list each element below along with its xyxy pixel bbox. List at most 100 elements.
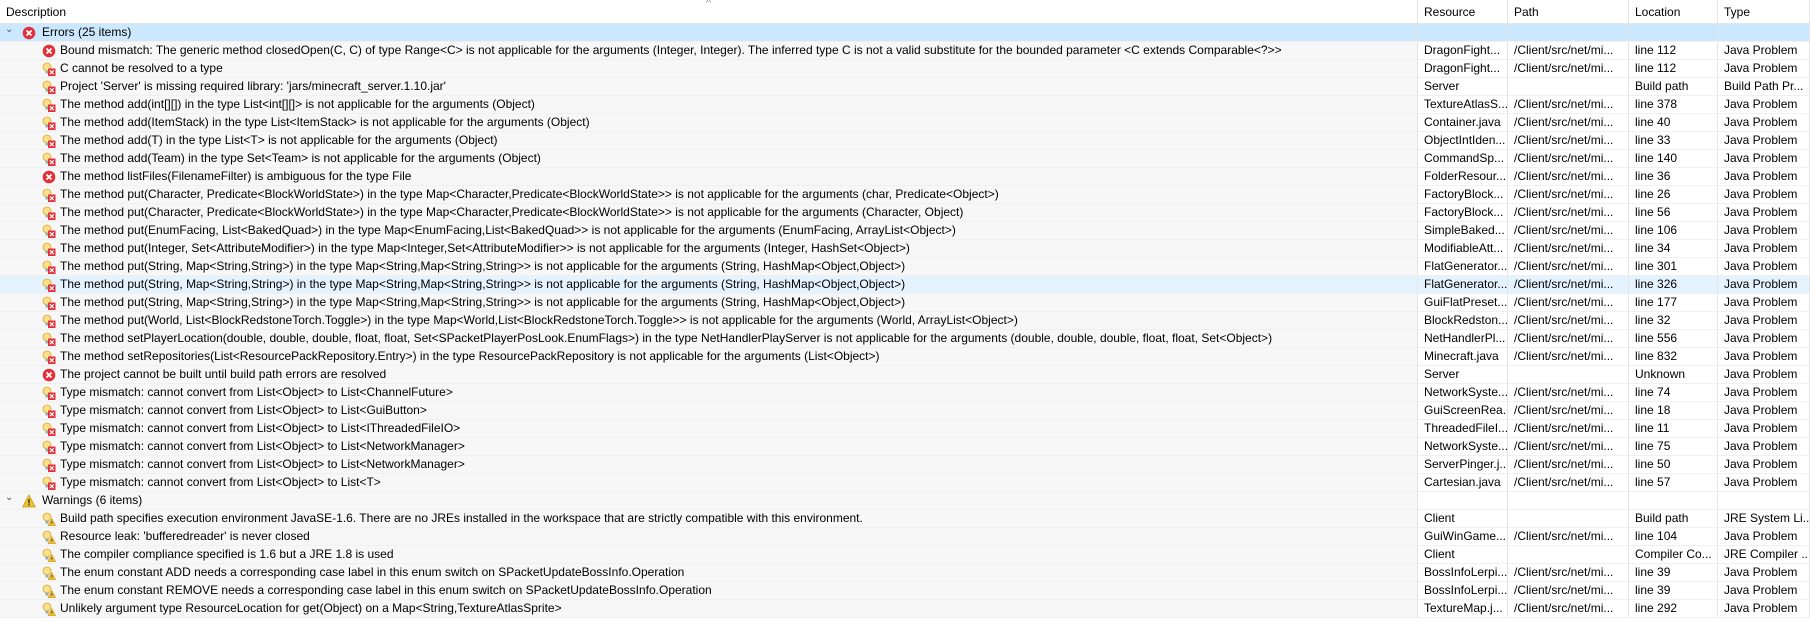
chevron-down-icon[interactable]: ⌄ <box>5 24 15 38</box>
problem-description: The method put(Integer, Set<AttributeMod… <box>0 240 1418 257</box>
problem-row[interactable]: Unlikely argument type ResourceLocation … <box>0 600 1810 618</box>
problem-description: The method put(String, Map<String,String… <box>0 258 1418 275</box>
problem-row[interactable]: The method put(Integer, Set<AttributeMod… <box>0 240 1810 258</box>
problem-row[interactable]: Type mismatch: cannot convert from List<… <box>0 420 1810 438</box>
problem-row[interactable]: The project cannot be built until build … <box>0 366 1810 384</box>
error-quickfix-icon <box>42 260 56 274</box>
description-text: Type mismatch: cannot convert from List<… <box>60 457 465 471</box>
description-text: Type mismatch: cannot convert from List<… <box>60 475 381 489</box>
error-quickfix-icon <box>42 80 56 94</box>
problem-description: The method setRepositories(List<Resource… <box>0 348 1418 365</box>
problem-description: The method add(int[][]) in the type List… <box>0 96 1418 113</box>
problem-resource: Server <box>1418 78 1508 95</box>
problem-description: The method put(String, Map<String,String… <box>0 294 1418 311</box>
group-description[interactable]: ⌄ Warnings (6 items) <box>0 492 1418 509</box>
description-text: Build path specifies execution environme… <box>60 511 863 525</box>
error-quickfix-icon <box>42 134 56 148</box>
problem-row[interactable]: The method listFiles(FilenameFilter) is … <box>0 168 1810 186</box>
group-label: Errors (25 items) <box>42 25 132 39</box>
problem-description: Project 'Server' is missing required lib… <box>0 78 1418 95</box>
problem-resource: Client <box>1418 510 1508 527</box>
column-header-location[interactable]: Location <box>1629 0 1718 23</box>
problem-row[interactable]: The method add(ItemStack) in the type Li… <box>0 114 1810 132</box>
group-warnings[interactable]: ⌄ Warnings (6 items) <box>0 492 1810 510</box>
problem-row[interactable]: Type mismatch: cannot convert from List<… <box>0 456 1810 474</box>
description-text: The method put(Character, Predicate<Bloc… <box>60 205 964 219</box>
problem-resource: Server <box>1418 366 1508 383</box>
problem-type: Java Problem <box>1718 42 1810 59</box>
problem-location: line 56 <box>1629 204 1718 221</box>
problem-row[interactable]: The compiler compliance specified is 1.6… <box>0 546 1810 564</box>
problem-row[interactable]: Resource leak: 'bufferedreader' is never… <box>0 528 1810 546</box>
problem-row[interactable]: Type mismatch: cannot convert from List<… <box>0 474 1810 492</box>
problem-resource: ObjectIntIden... <box>1418 132 1508 149</box>
problem-row[interactable]: C cannot be resolved to a type DragonFigh… <box>0 60 1810 78</box>
problem-row[interactable]: Build path specifies execution environme… <box>0 510 1810 528</box>
problem-type: Java Problem <box>1718 96 1810 113</box>
problem-row[interactable]: The method add(Team) in the type Set<Tea… <box>0 150 1810 168</box>
problem-type: Java Problem <box>1718 258 1810 275</box>
problem-path: /Client/src/net/mi... <box>1508 582 1629 599</box>
column-header-path[interactable]: Path <box>1508 0 1629 23</box>
group-label: Warnings (6 items) <box>42 493 143 507</box>
empty-cell <box>1508 24 1629 41</box>
column-header-row: Description Resource Path Location Type … <box>0 0 1810 24</box>
problem-type: Java Problem <box>1718 240 1810 257</box>
problem-description: The method put(Character, Predicate<Bloc… <box>0 186 1418 203</box>
problem-row[interactable]: Project 'Server' is missing required lib… <box>0 78 1810 96</box>
problem-row[interactable]: The method put(EnumFacing, List<BakedQua… <box>0 222 1810 240</box>
problem-type: Java Problem <box>1718 204 1810 221</box>
problem-row[interactable]: The method put(String, Map<String,String… <box>0 294 1810 312</box>
problem-type: Java Problem <box>1718 528 1810 545</box>
problem-type: Java Problem <box>1718 186 1810 203</box>
problem-path: /Client/src/net/mi... <box>1508 150 1629 167</box>
problem-row[interactable]: The method put(Character, Predicate<Bloc… <box>0 186 1810 204</box>
problem-row[interactable]: The method add(T) in the type List<T> is… <box>0 132 1810 150</box>
problem-location: Build path <box>1629 78 1718 95</box>
description-text: The method put(EnumFacing, List<BakedQua… <box>60 223 956 237</box>
problem-row[interactable]: Type mismatch: cannot convert from List<… <box>0 438 1810 456</box>
problem-row[interactable]: The method put(String, Map<String,String… <box>0 276 1810 294</box>
problem-row[interactable]: The method setRepositories(List<Resource… <box>0 348 1810 366</box>
problem-path: /Client/src/net/mi... <box>1508 384 1629 401</box>
problem-resource: ThreadedFileI... <box>1418 420 1508 437</box>
problem-row[interactable]: Type mismatch: cannot convert from List<… <box>0 384 1810 402</box>
problem-row[interactable]: The method put(String, Map<String,String… <box>0 258 1810 276</box>
problem-row[interactable]: The enum constant ADD needs a correspond… <box>0 564 1810 582</box>
problem-resource: TextureAtlasS... <box>1418 96 1508 113</box>
problem-resource: FlatGenerator... <box>1418 276 1508 293</box>
problem-location: line 326 <box>1629 276 1718 293</box>
problem-location: line 112 <box>1629 60 1718 77</box>
problem-type: Java Problem <box>1718 366 1810 383</box>
problem-path: /Client/src/net/mi... <box>1508 186 1629 203</box>
problem-type: Java Problem <box>1718 600 1810 617</box>
problem-row[interactable]: Type mismatch: cannot convert from List<… <box>0 402 1810 420</box>
problem-row[interactable]: The method put(World, List<BlockRedstone… <box>0 312 1810 330</box>
problem-path: /Client/src/net/mi... <box>1508 222 1629 239</box>
problem-row[interactable]: The method add(int[][]) in the type List… <box>0 96 1810 114</box>
problem-location: line 39 <box>1629 564 1718 581</box>
warning-icon <box>22 493 36 508</box>
problem-resource: FactoryBlock... <box>1418 186 1508 203</box>
problem-path: /Client/src/net/mi... <box>1508 438 1629 455</box>
problem-type: Java Problem <box>1718 330 1810 347</box>
problem-path: /Client/src/net/mi... <box>1508 96 1629 113</box>
warning-quickfix-icon <box>42 548 57 562</box>
problem-type: Java Problem <box>1718 402 1810 419</box>
group-errors[interactable]: ⌄ Errors (25 items) <box>0 24 1810 42</box>
problem-row[interactable]: The method setPlayerLocation(double, dou… <box>0 330 1810 348</box>
error-icon <box>22 26 36 40</box>
group-description[interactable]: ⌄ Errors (25 items) <box>0 24 1418 41</box>
problem-location: line 832 <box>1629 348 1718 365</box>
problem-location: line 556 <box>1629 330 1718 347</box>
column-header-resource[interactable]: Resource <box>1418 0 1508 23</box>
description-text: The method add(Team) in the type Set<Tea… <box>60 151 541 165</box>
problem-row[interactable]: The method put(Character, Predicate<Bloc… <box>0 204 1810 222</box>
chevron-down-icon[interactable]: ⌄ <box>5 492 15 506</box>
problem-row[interactable]: The enum constant REMOVE needs a corresp… <box>0 582 1810 600</box>
description-text: The method put(Integer, Set<AttributeMod… <box>60 241 910 255</box>
column-header-type[interactable]: Type <box>1718 0 1810 23</box>
problem-location: line 378 <box>1629 96 1718 113</box>
problem-row[interactable]: Bound mismatch: The generic method close… <box>0 42 1810 60</box>
problem-description: Type mismatch: cannot convert from List<… <box>0 474 1418 491</box>
